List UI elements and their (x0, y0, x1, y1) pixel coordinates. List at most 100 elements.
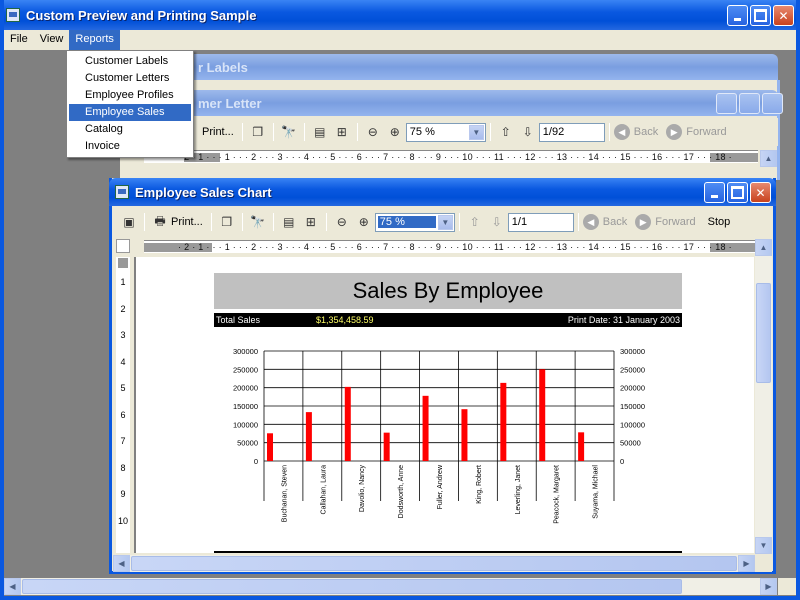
bar (578, 432, 585, 461)
sales-zoom-select[interactable]: 75 % ▼ (374, 212, 455, 232)
sales-toolbar: ▣ 🖶 Print... ❐ 🔭 ▤ ⊞ ⊖ ⊕ 75 % ▼ ⇧ ⇩ 1/1 … (112, 207, 773, 237)
chevron-down-icon[interactable]: ▼ (437, 214, 453, 230)
sales-maximize-button[interactable] (727, 182, 748, 203)
sales-window-title-bar[interactable]: Employee Sales Chart (109, 178, 776, 206)
back-arrow-icon: ◀ (582, 214, 599, 230)
letter-back-button[interactable]: ◀ Back (613, 124, 659, 140)
zoom-in-icon[interactable]: ⊕ (355, 213, 373, 231)
zoom-out-icon[interactable]: ⊖ (333, 213, 351, 231)
letter-forward-button[interactable]: ▶ Forward (666, 124, 727, 140)
separator (241, 123, 243, 141)
vruler-labels: 1 2 3 4 5 6 7 8 9 10 (116, 269, 130, 534)
main-scroll-right-button[interactable]: ▶ (760, 578, 777, 595)
scroll-left-button[interactable]: ◀ (113, 555, 130, 572)
multi-page-icon[interactable]: ⊞ (333, 123, 351, 141)
bar (267, 433, 273, 461)
multi-page-icon[interactable]: ⊞ (302, 213, 320, 231)
separator (210, 213, 212, 231)
letter-close-button[interactable] (762, 93, 783, 114)
letter-back-label: Back (633, 126, 659, 138)
y-tick-label-left: 100000 (233, 420, 258, 429)
size-grip[interactable] (755, 555, 772, 572)
main-hscroll[interactable]: ◀ ▶ (4, 578, 777, 595)
y-tick-label-left: 200000 (233, 384, 258, 393)
copy-icon[interactable]: ❐ (249, 123, 267, 141)
letter-print-label: Print... (202, 126, 234, 138)
scroll-down-button[interactable]: ▼ (755, 537, 772, 554)
vruler-label: 8 (120, 462, 126, 473)
chevron-down-icon[interactable]: ▼ (468, 124, 484, 140)
ruler-ticks: · 2 · 1 · · · 1 · · · 2 · · · 3 · · · 4 … (178, 152, 732, 162)
y-tick-label-right: 100000 (620, 420, 645, 429)
menu-item-catalog[interactable]: Catalog (69, 121, 191, 138)
hscroll-thumb[interactable] (131, 556, 737, 571)
zoom-out-icon[interactable]: ⊖ (364, 123, 382, 141)
sales-page-field[interactable]: 1/1 (507, 212, 574, 232)
x-tick-label: Davolio, Nancy (359, 465, 366, 513)
letter-zoom-select[interactable]: 75 % ▼ (405, 122, 486, 142)
menu-file[interactable]: File (4, 30, 34, 50)
sales-print-button[interactable]: 🖶 Print... (149, 213, 202, 231)
sales-window-icon[interactable] (115, 185, 129, 199)
menu-item-customer-letters[interactable]: Customer Letters (69, 70, 191, 87)
letter-print-button[interactable]: Print... (202, 126, 234, 138)
separator (356, 123, 358, 141)
sales-forward-label: Forward (655, 216, 696, 228)
x-tick-label: Callahan, Laura (320, 465, 327, 515)
letter-scroll-up[interactable]: ▲ (760, 150, 777, 167)
sales-stop-button[interactable]: Stop (708, 216, 731, 228)
next-page-icon[interactable]: ⇩ (488, 213, 506, 231)
menu-view[interactable]: View (34, 30, 70, 50)
letter-forward-label: Forward (686, 126, 727, 138)
sales-close-button[interactable] (750, 182, 771, 203)
letter-maximize-button[interactable] (739, 93, 760, 114)
scroll-right-button[interactable]: ▶ (738, 555, 755, 572)
sales-vscroll[interactable]: ▲ ▼ (755, 239, 772, 554)
letter-minimize-button[interactable] (716, 93, 737, 114)
sales-back-button[interactable]: ◀ Back (582, 214, 627, 230)
next-page-icon[interactable]: ⇩ (519, 123, 537, 141)
single-page-icon[interactable]: ▤ (280, 213, 298, 231)
separator (272, 123, 274, 141)
sales-hscroll[interactable]: ◀ ▶ (113, 555, 755, 572)
menu-item-employee-profiles[interactable]: Employee Profiles (69, 87, 191, 104)
menu-bar: File View Reports (4, 30, 796, 50)
vscroll-thumb[interactable] (756, 283, 771, 383)
toc-icon[interactable]: ▣ (120, 213, 138, 231)
separator (272, 213, 274, 231)
x-tick-label: King, Robert (476, 465, 483, 504)
separator (489, 123, 491, 141)
main-size-grip[interactable] (778, 578, 796, 595)
single-page-icon[interactable]: ▤ (311, 123, 329, 141)
vruler-label: 6 (120, 409, 126, 420)
menu-item-employee-sales[interactable]: Employee Sales (69, 104, 191, 121)
find-icon[interactable]: 🔭 (249, 213, 267, 231)
vertical-ruler: 1 2 3 4 5 6 7 8 9 10 (116, 257, 130, 553)
vruler-label: 10 (117, 515, 128, 526)
main-hscroll-thumb[interactable] (22, 579, 682, 594)
report-summary-bar: Total Sales $1,354,458.59 Print Date: 31… (214, 313, 682, 327)
scroll-up-button[interactable]: ▲ (755, 239, 772, 256)
preview-area: Sales By Employee Total Sales $1,354,458… (134, 257, 754, 553)
letter-page-field[interactable]: 1/92 (538, 122, 605, 142)
prev-page-icon[interactable]: ⇧ (497, 123, 515, 141)
copy-icon[interactable]: ❐ (218, 213, 236, 231)
customer-letter-title-bar[interactable]: mer Letter (120, 90, 783, 116)
main-scroll-left-button[interactable]: ◀ (4, 578, 21, 595)
ruler-ticks: · 2 · 1 · · · 1 · · · 2 · · · 3 · · · 4 … (178, 242, 732, 252)
prev-page-icon[interactable]: ⇧ (466, 213, 484, 231)
separator (303, 123, 305, 141)
y-tick-label-left: 250000 (233, 365, 258, 374)
menu-reports[interactable]: Reports (69, 30, 120, 50)
menu-item-invoice[interactable]: Invoice (69, 138, 191, 155)
customer-labels-title-bar[interactable]: r Labels (120, 54, 778, 80)
sales-minimize-button[interactable] (704, 182, 725, 203)
forward-arrow-icon: ▶ (635, 214, 652, 230)
vruler-label: 7 (120, 436, 126, 446)
menu-item-customer-labels[interactable]: Customer Labels (69, 53, 191, 70)
sales-forward-button[interactable]: ▶ Forward (635, 214, 696, 230)
vruler-label: 2 (120, 303, 126, 314)
find-icon[interactable]: 🔭 (280, 123, 298, 141)
zoom-in-icon[interactable]: ⊕ (386, 123, 404, 141)
x-tick-label: Suyama, Michael (593, 465, 600, 519)
